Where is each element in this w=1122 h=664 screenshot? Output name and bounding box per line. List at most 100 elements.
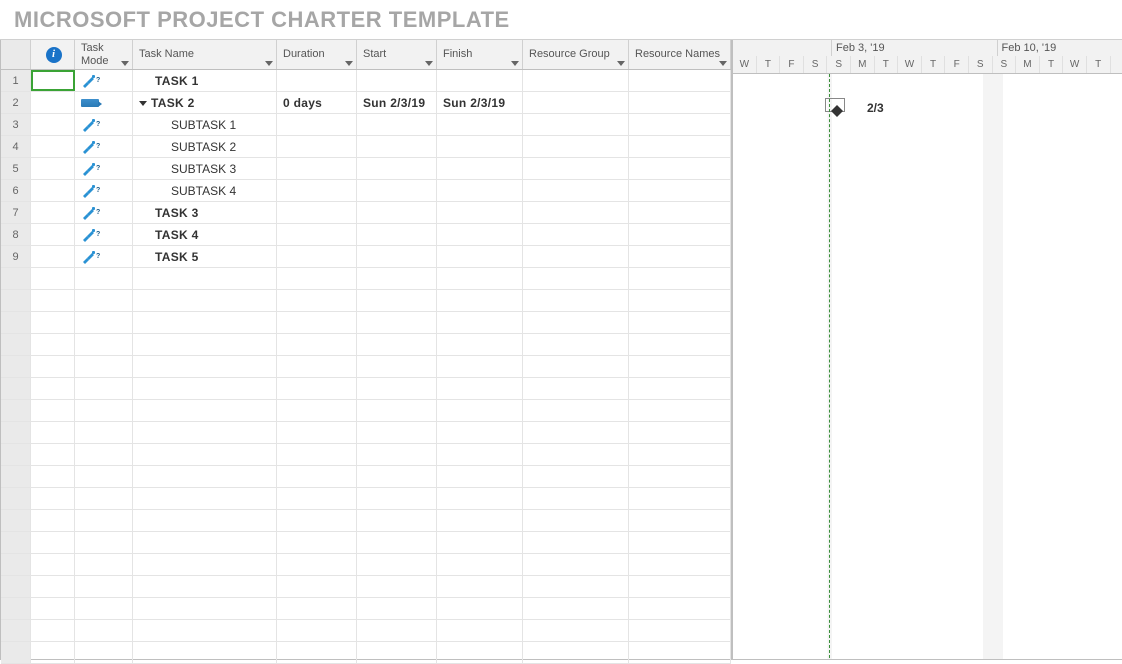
row-index[interactable] bbox=[1, 422, 31, 443]
cell-duration[interactable] bbox=[277, 114, 357, 135]
cell-task-name[interactable]: SUBTASK 4 bbox=[133, 180, 277, 201]
table-row[interactable]: 2TASK 20 daysSun 2/3/19Sun 2/3/19 bbox=[1, 92, 731, 114]
cell-resource-group[interactable] bbox=[523, 92, 629, 113]
cell-task-mode[interactable] bbox=[75, 334, 133, 355]
cell-duration[interactable] bbox=[277, 554, 357, 575]
cell-info[interactable] bbox=[31, 356, 75, 377]
cell-start[interactable] bbox=[357, 400, 437, 421]
row-index[interactable] bbox=[1, 620, 31, 641]
cell-info[interactable] bbox=[31, 576, 75, 597]
cell-info[interactable] bbox=[31, 246, 75, 267]
cell-finish[interactable] bbox=[437, 488, 523, 509]
cell-task-mode[interactable] bbox=[75, 598, 133, 619]
cell-finish[interactable] bbox=[437, 554, 523, 575]
task-grid[interactable]: i Task Mode Task Name Duration Start Fin… bbox=[1, 40, 733, 659]
table-row[interactable] bbox=[1, 620, 731, 642]
cell-resource-group[interactable] bbox=[523, 598, 629, 619]
row-index[interactable]: 9 bbox=[1, 246, 31, 267]
cell-info[interactable] bbox=[31, 378, 75, 399]
cell-start[interactable] bbox=[357, 356, 437, 377]
cell-finish[interactable] bbox=[437, 510, 523, 531]
cell-finish[interactable] bbox=[437, 202, 523, 223]
cell-task-name[interactable] bbox=[133, 378, 277, 399]
cell-duration[interactable] bbox=[277, 466, 357, 487]
cell-start[interactable] bbox=[357, 510, 437, 531]
cell-resource-names[interactable] bbox=[629, 620, 731, 641]
cell-start[interactable] bbox=[357, 136, 437, 157]
table-row[interactable] bbox=[1, 422, 731, 444]
table-row[interactable]: 1?TASK 1 bbox=[1, 70, 731, 92]
table-row[interactable] bbox=[1, 598, 731, 620]
cell-resource-names[interactable] bbox=[629, 466, 731, 487]
cell-finish[interactable] bbox=[437, 598, 523, 619]
cell-task-mode[interactable] bbox=[75, 378, 133, 399]
cell-resource-group[interactable] bbox=[523, 378, 629, 399]
cell-resource-names[interactable] bbox=[629, 334, 731, 355]
cell-finish[interactable] bbox=[437, 246, 523, 267]
column-header-start[interactable]: Start bbox=[357, 40, 437, 69]
cell-start[interactable] bbox=[357, 70, 437, 91]
row-index[interactable] bbox=[1, 466, 31, 487]
cell-start[interactable] bbox=[357, 158, 437, 179]
cell-start[interactable] bbox=[357, 268, 437, 289]
cell-resource-names[interactable] bbox=[629, 510, 731, 531]
cell-task-name[interactable]: TASK 1 bbox=[133, 70, 277, 91]
cell-resource-group[interactable] bbox=[523, 422, 629, 443]
row-index[interactable] bbox=[1, 268, 31, 289]
table-row[interactable] bbox=[1, 444, 731, 466]
row-index[interactable] bbox=[1, 290, 31, 311]
chevron-down-icon[interactable] bbox=[511, 61, 519, 66]
column-header-finish[interactable]: Finish bbox=[437, 40, 523, 69]
cell-task-name[interactable] bbox=[133, 268, 277, 289]
cell-duration[interactable] bbox=[277, 488, 357, 509]
cell-duration[interactable] bbox=[277, 356, 357, 377]
cell-start[interactable] bbox=[357, 598, 437, 619]
cell-resource-group[interactable] bbox=[523, 444, 629, 465]
cell-resource-group[interactable] bbox=[523, 488, 629, 509]
cell-resource-group[interactable] bbox=[523, 642, 629, 663]
cell-resource-names[interactable] bbox=[629, 554, 731, 575]
cell-info[interactable] bbox=[31, 290, 75, 311]
cell-resource-names[interactable] bbox=[629, 378, 731, 399]
cell-duration[interactable] bbox=[277, 334, 357, 355]
cell-duration[interactable] bbox=[277, 136, 357, 157]
cell-task-mode[interactable]: ? bbox=[75, 70, 133, 91]
row-index[interactable] bbox=[1, 642, 31, 663]
cell-duration[interactable] bbox=[277, 180, 357, 201]
gantt-chart[interactable]: Feb 3, '19Feb 10, '19 WTFSSMTWTFSSMTWT 2… bbox=[733, 40, 1122, 659]
row-index[interactable] bbox=[1, 334, 31, 355]
cell-info[interactable] bbox=[31, 598, 75, 619]
table-row[interactable] bbox=[1, 268, 731, 290]
cell-task-mode[interactable] bbox=[75, 268, 133, 289]
cell-start[interactable]: Sun 2/3/19 bbox=[357, 92, 437, 113]
cell-finish[interactable] bbox=[437, 378, 523, 399]
cell-duration[interactable] bbox=[277, 312, 357, 333]
cell-task-mode[interactable] bbox=[75, 510, 133, 531]
cell-task-name[interactable] bbox=[133, 334, 277, 355]
cell-duration[interactable] bbox=[277, 400, 357, 421]
table-row[interactable] bbox=[1, 290, 731, 312]
cell-duration[interactable] bbox=[277, 422, 357, 443]
cell-resource-group[interactable] bbox=[523, 224, 629, 245]
cell-resource-names[interactable] bbox=[629, 202, 731, 223]
row-index[interactable]: 6 bbox=[1, 180, 31, 201]
cell-finish[interactable] bbox=[437, 224, 523, 245]
cell-resource-names[interactable] bbox=[629, 92, 731, 113]
row-index[interactable] bbox=[1, 510, 31, 531]
cell-task-mode[interactable]: ? bbox=[75, 136, 133, 157]
cell-info[interactable] bbox=[31, 114, 75, 135]
row-index[interactable] bbox=[1, 444, 31, 465]
cell-start[interactable] bbox=[357, 334, 437, 355]
cell-resource-names[interactable] bbox=[629, 400, 731, 421]
cell-start[interactable] bbox=[357, 488, 437, 509]
chevron-down-icon[interactable] bbox=[617, 61, 625, 66]
row-index[interactable] bbox=[1, 312, 31, 333]
cell-duration[interactable] bbox=[277, 598, 357, 619]
cell-start[interactable] bbox=[357, 532, 437, 553]
table-row[interactable] bbox=[1, 312, 731, 334]
cell-task-mode[interactable] bbox=[75, 444, 133, 465]
chevron-down-icon[interactable] bbox=[345, 61, 353, 66]
row-index[interactable]: 7 bbox=[1, 202, 31, 223]
cell-info[interactable] bbox=[31, 620, 75, 641]
cell-task-mode[interactable] bbox=[75, 290, 133, 311]
